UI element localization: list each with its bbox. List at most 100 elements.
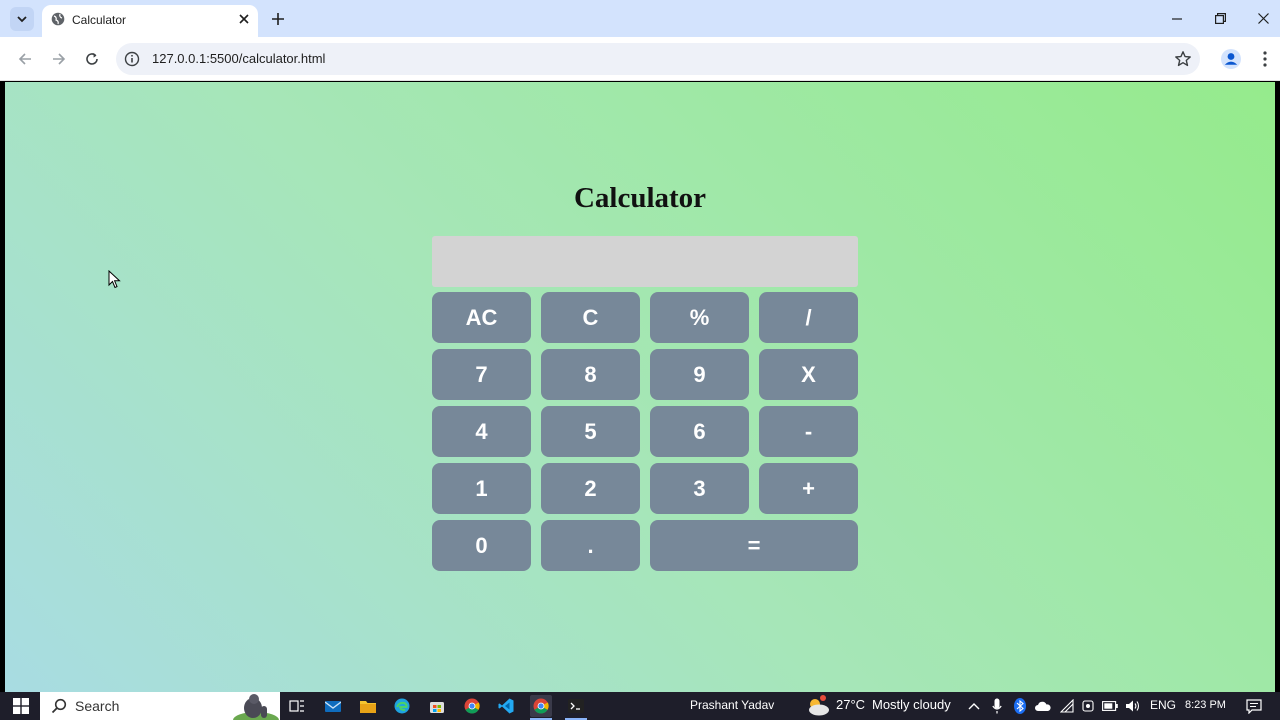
location-icon (1082, 700, 1094, 712)
tab-title: Calculator (72, 13, 127, 27)
minimize-button[interactable] (1155, 0, 1199, 37)
key-add[interactable]: + (759, 463, 858, 514)
key-6[interactable]: 6 (650, 406, 749, 457)
plus-icon (272, 13, 284, 25)
page-title: Calculator (573, 182, 707, 214)
minimize-icon (1172, 17, 1182, 20)
key-clear[interactable]: C (541, 292, 640, 343)
profile-avatar-icon[interactable] (1220, 48, 1242, 70)
new-tab-button[interactable] (268, 9, 288, 29)
page-viewport: Calculator AC C % / 7 8 9 X 4 5 6 - 1 2 … (5, 82, 1275, 692)
restore-icon (1214, 13, 1226, 24)
chevron-up-icon (968, 703, 980, 710)
microphone-tray[interactable] (989, 695, 1005, 717)
weather-temperature[interactable]: 27°C (836, 697, 865, 712)
location-tray[interactable] (1080, 695, 1096, 717)
show-hidden-icons-button[interactable] (966, 695, 982, 717)
taskbar-chrome-active[interactable] (530, 695, 552, 717)
task-view-icon (289, 700, 304, 712)
taskbar-store-app[interactable] (426, 695, 448, 717)
clock[interactable]: 8:23 PM (1185, 699, 1226, 711)
key-subtract[interactable]: - (759, 406, 858, 457)
onedrive-tray[interactable] (1034, 695, 1052, 717)
key-equals[interactable]: = (650, 520, 858, 571)
weather-cloudy-icon[interactable] (806, 695, 830, 717)
tab-search-button[interactable] (10, 7, 34, 31)
start-button[interactable] (10, 695, 32, 717)
chrome-icon (533, 698, 549, 714)
key-all-clear[interactable]: AC (432, 292, 531, 343)
bluetooth-tray[interactable] (1012, 695, 1028, 717)
battery-tray[interactable] (1101, 695, 1119, 717)
speaker-icon (1126, 700, 1140, 712)
language-indicator[interactable]: ENG (1150, 698, 1176, 712)
globe-icon (51, 12, 65, 26)
more-vert-icon (1263, 51, 1267, 67)
close-icon (239, 14, 249, 24)
taskbar-terminal[interactable] (565, 695, 587, 717)
close-icon (1257, 13, 1269, 24)
bookmark-star-icon[interactable] (1174, 50, 1192, 68)
bluetooth-icon (1014, 698, 1026, 714)
taskbar-vscode[interactable] (495, 695, 517, 717)
gorilla-search-highlight-icon (233, 694, 279, 720)
reload-icon (86, 53, 98, 65)
network-tray[interactable] (1058, 695, 1076, 717)
taskbar-file-explorer[interactable] (357, 695, 379, 717)
forward-button[interactable] (48, 48, 70, 70)
key-divide[interactable]: / (759, 292, 858, 343)
notification-icon (1246, 698, 1262, 714)
key-3[interactable]: 3 (650, 463, 749, 514)
volume-tray[interactable] (1124, 695, 1142, 717)
taskbar-search-box[interactable]: Search (40, 692, 280, 720)
key-0[interactable]: 0 (432, 520, 531, 571)
search-label: Search (75, 698, 120, 714)
back-button[interactable] (14, 48, 36, 70)
key-percent[interactable]: % (650, 292, 749, 343)
battery-icon (1102, 701, 1118, 711)
browser-menu-button[interactable] (1254, 48, 1276, 70)
mouse-cursor-icon (108, 270, 121, 289)
browser-tab-calculator[interactable]: Calculator (42, 5, 258, 37)
key-1[interactable]: 1 (432, 463, 531, 514)
browser-tab-strip: Calculator (0, 0, 1280, 37)
browser-toolbar: 127.0.0.1:5500/calculator.html (0, 37, 1280, 81)
search-icon (51, 698, 67, 714)
close-window-button[interactable] (1241, 0, 1280, 37)
address-bar[interactable]: 127.0.0.1:5500/calculator.html (116, 43, 1200, 75)
chrome-icon (464, 698, 480, 714)
notification-center-button[interactable] (1244, 695, 1264, 717)
chevron-down-icon (17, 16, 27, 23)
edge-icon (394, 698, 410, 714)
folder-icon (360, 701, 376, 713)
info-icon[interactable] (124, 51, 140, 67)
cloud-icon (1035, 701, 1051, 711)
key-7[interactable]: 7 (432, 349, 531, 400)
reload-button[interactable] (81, 48, 103, 70)
vscode-icon (498, 698, 514, 714)
user-name: Prashant Yadav (690, 698, 775, 712)
url-text: 127.0.0.1:5500/calculator.html (152, 51, 326, 66)
key-multiply[interactable]: X (759, 349, 858, 400)
key-5[interactable]: 5 (541, 406, 640, 457)
taskbar-mail-app[interactable] (322, 695, 344, 717)
taskbar-chrome[interactable] (461, 695, 483, 717)
store-icon (430, 702, 444, 713)
weather-description[interactable]: Mostly cloudy (872, 697, 951, 712)
calculator-display[interactable] (432, 236, 858, 287)
key-8[interactable]: 8 (541, 349, 640, 400)
wifi-icon (1060, 699, 1074, 713)
key-2[interactable]: 2 (541, 463, 640, 514)
task-view-button[interactable] (286, 695, 308, 717)
arrow-right-icon (53, 53, 66, 65)
close-tab-button[interactable] (236, 11, 252, 27)
terminal-icon (568, 699, 584, 713)
microphone-icon (992, 698, 1002, 714)
mail-icon (325, 701, 341, 712)
arrow-left-icon (18, 53, 31, 65)
key-9[interactable]: 9 (650, 349, 749, 400)
restore-button[interactable] (1198, 0, 1242, 37)
key-4[interactable]: 4 (432, 406, 531, 457)
key-decimal[interactable]: . (541, 520, 640, 571)
taskbar-edge-browser[interactable] (391, 695, 413, 717)
